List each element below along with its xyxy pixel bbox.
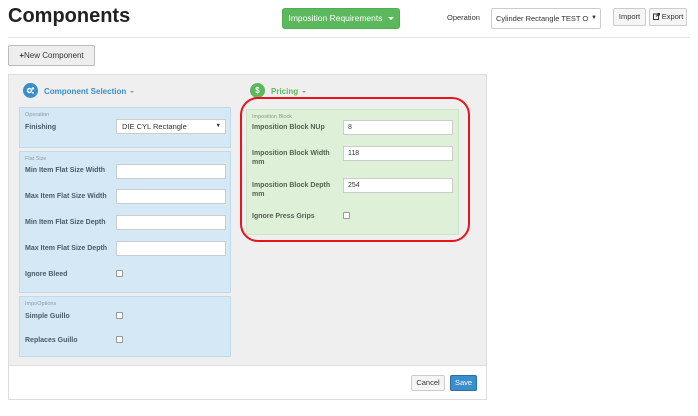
- pricing-label: Pricing: [271, 87, 299, 96]
- max-width-input[interactable]: [116, 189, 226, 204]
- operation-label: Operation: [447, 13, 480, 22]
- ignore-bleed-label: Ignore Bleed: [25, 271, 68, 278]
- export-button[interactable]: Export: [649, 8, 687, 26]
- dollar-icon: $: [250, 83, 265, 98]
- import-label: Import: [618, 12, 641, 21]
- operation-group: Operation Finishing DIE CYL Rectangle ▼: [19, 107, 231, 148]
- import-button[interactable]: Import: [613, 8, 646, 26]
- flat-size-group: Flat Size Min Item Flat Size Width Max I…: [19, 151, 231, 293]
- imposition-requirements-button[interactable]: Imposition Requirements: [282, 8, 400, 29]
- finishing-select[interactable]: DIE CYL Rectangle ▼: [116, 119, 226, 134]
- max-depth-label: Max Item Flat Size Depth: [25, 245, 108, 252]
- simple-guillo-checkbox[interactable]: [116, 312, 123, 319]
- min-depth-label: Min Item Flat Size Depth: [25, 219, 106, 226]
- min-width-input[interactable]: [116, 164, 226, 179]
- highlight-annotation: [240, 97, 470, 242]
- max-width-label: Max Item Flat Size Width: [25, 193, 107, 200]
- caret-down-icon: [130, 90, 135, 93]
- component-selection-label: Component Selection: [44, 87, 127, 96]
- ignore-bleed-checkbox[interactable]: [116, 270, 123, 277]
- caret-down-icon: [387, 17, 394, 21]
- impo-options-group: ImpoOptions Simple Guillo Replaces Guill…: [19, 296, 231, 357]
- caret-down-icon: [302, 90, 307, 93]
- impo-options-group-title: ImpoOptions: [25, 301, 57, 307]
- operation-select[interactable]: Cylinder Rectangle TEST OI ▼: [491, 8, 601, 29]
- finishing-label: Finishing: [25, 124, 57, 131]
- operation-select-value: Cylinder Rectangle TEST OI: [496, 14, 591, 23]
- pricing-heading[interactable]: Pricing: [271, 87, 307, 96]
- chevron-down-icon: ▼: [215, 123, 221, 129]
- finishing-select-value: DIE CYL Rectangle: [122, 122, 187, 131]
- flat-size-group-title: Flat Size: [25, 156, 47, 162]
- new-component-label: New Component: [24, 51, 84, 60]
- min-width-label: Min Item Flat Size Width: [25, 167, 106, 174]
- component-selection-heading[interactable]: Component Selection: [44, 87, 135, 96]
- simple-guillo-label: Simple Guillo: [25, 313, 70, 320]
- header-divider: [8, 37, 690, 38]
- replaces-guillo-label: Replaces Guillo: [25, 337, 78, 344]
- operation-group-title: Operation: [25, 112, 50, 118]
- chevron-down-icon: ▼: [589, 9, 597, 28]
- page-title: Components: [8, 5, 131, 27]
- replaces-guillo-checkbox[interactable]: [116, 336, 123, 343]
- min-depth-input[interactable]: [116, 215, 226, 230]
- cogs-icon: [23, 83, 38, 98]
- cancel-button[interactable]: Cancel: [411, 375, 445, 391]
- imposition-requirements-label: Imposition Requirements: [288, 13, 383, 23]
- export-icon: [652, 12, 662, 21]
- max-depth-input[interactable]: [116, 241, 226, 256]
- save-button[interactable]: Save: [450, 375, 477, 391]
- new-component-button[interactable]: +New Component: [8, 45, 95, 66]
- export-label: Export: [661, 12, 684, 21]
